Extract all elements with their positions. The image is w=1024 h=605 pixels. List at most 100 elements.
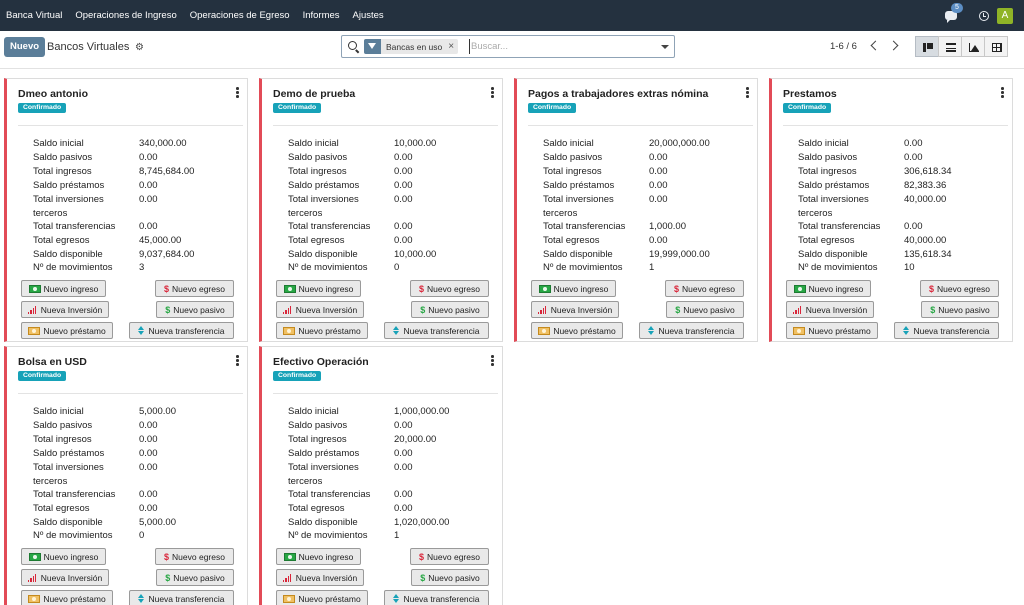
bank-card[interactable]: Prestamos Confirmado Saldo inicial Saldo … (769, 78, 1013, 342)
money-icon (283, 284, 296, 293)
new-expense-button[interactable]: $ Nuevo egreso (410, 280, 489, 297)
new-transfer-button[interactable]: Nueva transferencia (639, 322, 744, 339)
field-value: 3 (139, 262, 145, 273)
dollar-icon: $ (164, 283, 170, 294)
pager-value[interactable]: 1-6 / 6 (830, 41, 857, 52)
new-investment-button[interactable]: Nueva Inversión (276, 301, 364, 318)
button-label: Nuevo préstamo (808, 325, 871, 336)
new-liability-button[interactable]: $ Nuevo pasivo (411, 569, 489, 586)
card-title: Efectivo Operación (273, 356, 369, 368)
new-income-button[interactable]: Nuevo ingreso (531, 280, 616, 297)
bank-card[interactable]: Demo de prueba Confirmado Saldo inicial S… (259, 78, 503, 342)
kanban-view-button[interactable] (915, 36, 939, 57)
button-label: Nuevo préstamo (298, 593, 361, 604)
new-liability-button[interactable]: $ Nuevo pasivo (156, 301, 234, 318)
new-transfer-button[interactable]: Nueva transferencia (384, 322, 489, 339)
new-loan-button[interactable]: Nuevo préstamo (276, 590, 368, 605)
field-label: Saldo inicial (288, 406, 339, 417)
new-transfer-button[interactable]: Nueva transferencia (129, 590, 234, 605)
list-view-button[interactable] (938, 36, 962, 57)
card-menu-icon[interactable] (236, 355, 239, 366)
new-expense-button[interactable]: $ Nuevo egreso (920, 280, 999, 297)
field-label: Nº de movimientos (288, 262, 368, 273)
new-investment-button[interactable]: Nueva Inversión (21, 301, 109, 318)
button-label: Nueva Inversión (295, 304, 358, 315)
search-input[interactable] (469, 39, 649, 54)
field-label: Total inversiones (543, 194, 614, 205)
new-investment-button[interactable]: Nueva Inversión (531, 301, 619, 318)
card-menu-icon[interactable] (746, 87, 749, 98)
new-investment-button[interactable]: Nueva Inversión (786, 301, 874, 318)
field-label: Saldo disponible (288, 517, 358, 528)
card-menu-icon[interactable] (1001, 87, 1004, 98)
graph-view-button[interactable] (961, 36, 985, 57)
messages-button[interactable]: 5 (945, 2, 963, 23)
menu-ajustes[interactable]: Ajustes (353, 10, 384, 21)
pager-next-icon[interactable] (888, 40, 899, 51)
new-transfer-button[interactable]: Nueva transferencia (894, 322, 999, 339)
new-expense-button[interactable]: $ Nuevo egreso (155, 548, 234, 565)
money-icon (28, 284, 41, 293)
new-loan-button[interactable]: Nuevo préstamo (276, 322, 368, 339)
button-label: Nueva transferencia (403, 325, 480, 336)
messages-count-badge: 5 (951, 2, 963, 13)
pager-previous-icon[interactable] (870, 40, 881, 51)
facet-remove-icon[interactable]: × (448, 41, 458, 52)
new-liability-button[interactable]: $ Nuevo pasivo (156, 569, 234, 586)
new-transfer-button[interactable]: Nueva transferencia (129, 322, 234, 339)
field-label: terceros (288, 208, 323, 219)
field-value: 0.00 (139, 462, 158, 473)
transfer-icon (648, 325, 655, 336)
signal-icon (282, 573, 293, 582)
clock-icon[interactable] (979, 10, 989, 21)
new-loan-button[interactable]: Nuevo préstamo (21, 322, 113, 339)
card-menu-icon[interactable] (236, 87, 239, 98)
button-label: Nuevo pasivo (938, 304, 990, 315)
new-income-button[interactable]: Nuevo ingreso (276, 280, 361, 297)
button-label: Nuevo préstamo (553, 325, 616, 336)
field-label: Saldo disponible (798, 249, 868, 260)
new-expense-button[interactable]: $ Nuevo egreso (410, 548, 489, 565)
new-button[interactable]: Nuevo (4, 37, 46, 57)
menu-informes[interactable]: Informes (303, 10, 340, 21)
field-label: Saldo disponible (33, 249, 103, 260)
new-transfer-button[interactable]: Nueva transferencia (384, 590, 489, 605)
menu-operaciones-egreso[interactable]: Operaciones de Egreso (190, 10, 290, 21)
bank-card[interactable]: Bolsa en USD Confirmado Saldo inicial Sal… (4, 346, 248, 605)
menu-operaciones-ingreso[interactable]: Operaciones de Ingreso (75, 10, 176, 21)
new-loan-button[interactable]: Nuevo préstamo (21, 590, 113, 605)
field-label: Saldo inicial (543, 138, 594, 149)
field-value: 0.00 (394, 448, 413, 459)
button-label: Nueva transferencia (148, 593, 225, 604)
signal-icon (792, 305, 803, 314)
button-label: Nuevo pasivo (173, 304, 225, 315)
button-label: Nuevo préstamo (43, 593, 106, 604)
card-menu-icon[interactable] (491, 355, 494, 366)
new-expense-button[interactable]: $ Nuevo egreso (665, 280, 744, 297)
menu-banca-virtual[interactable]: Banca Virtual (6, 10, 62, 21)
new-loan-button[interactable]: Nuevo préstamo (786, 322, 878, 339)
bank-card[interactable]: Dmeo antonio Confirmado Saldo inicial Sal… (4, 78, 248, 342)
new-liability-button[interactable]: $ Nuevo pasivo (666, 301, 744, 318)
new-loan-button[interactable]: Nuevo préstamo (531, 322, 623, 339)
search-options-chevron-down-icon[interactable] (661, 45, 669, 49)
user-avatar[interactable]: A (997, 7, 1013, 24)
gear-icon[interactable]: ⚙ (135, 42, 144, 53)
new-liability-button[interactable]: $ Nuevo pasivo (411, 301, 489, 318)
field-value: 1,000.00 (649, 221, 686, 232)
new-income-button[interactable]: Nuevo ingreso (21, 548, 106, 565)
pivot-view-button[interactable] (984, 36, 1008, 57)
new-investment-button[interactable]: Nueva Inversión (21, 569, 109, 586)
field-value: 0.00 (394, 166, 413, 177)
new-expense-button[interactable]: $ Nuevo egreso (155, 280, 234, 297)
systray: 5 A (945, 0, 1024, 31)
field-value: 0 (139, 530, 145, 541)
bank-card[interactable]: Efectivo Operación Confirmado Saldo inic… (259, 346, 503, 605)
new-income-button[interactable]: Nuevo ingreso (21, 280, 106, 297)
new-investment-button[interactable]: Nueva Inversión (276, 569, 364, 586)
new-income-button[interactable]: Nuevo ingreso (786, 280, 871, 297)
card-menu-icon[interactable] (491, 87, 494, 98)
bank-card[interactable]: Pagos a trabajadores extras nómina Confi… (514, 78, 758, 342)
new-income-button[interactable]: Nuevo ingreso (276, 548, 361, 565)
new-liability-button[interactable]: $ Nuevo pasivo (921, 301, 999, 318)
